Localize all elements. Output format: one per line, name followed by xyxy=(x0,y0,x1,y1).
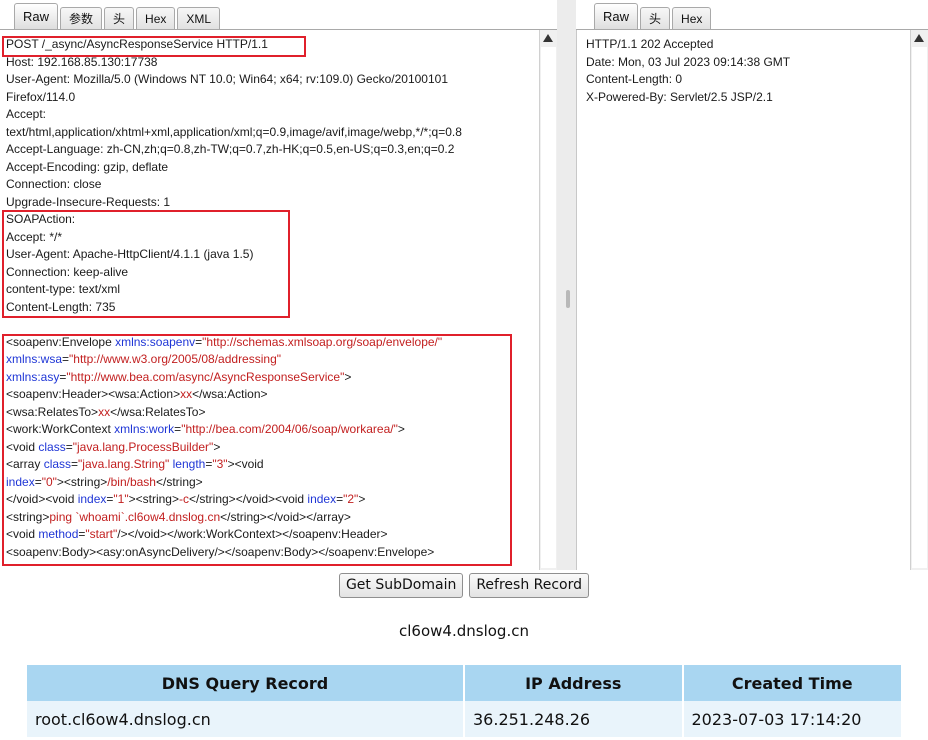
subdomain-label: cl6ow4.dnslog.cn xyxy=(399,622,529,640)
text-line: Content-Length: 0 xyxy=(586,71,909,89)
text-segment: text/html,application/xhtml+xml,applicat… xyxy=(6,124,462,139)
tab-request-2[interactable]: 头 xyxy=(104,7,135,29)
text-line: X-Powered-By: Servlet/2.5 JSP/2.1 xyxy=(586,89,909,107)
text-segment: Date: Mon, 03 Jul 2023 09:14:38 GMT xyxy=(586,54,791,69)
dns-record-table: DNS Query Record IP Address Created Time… xyxy=(27,665,901,737)
request-tabbar: Raw 参数头 Hex XML xyxy=(14,3,222,29)
text-segment: HTTP/1.1 202 Accepted xyxy=(586,37,714,51)
text-line: Connection: close xyxy=(6,176,537,194)
table-header-row: DNS Query Record IP Address Created Time xyxy=(27,665,901,701)
text-segment: Firefox/114.0 xyxy=(6,89,76,104)
text-segment: Accept-Encoding: gzip, deflate xyxy=(6,159,169,174)
cell-created-time: 2023-07-03 17:14:20 xyxy=(681,701,901,737)
text-line: HTTP/1.1 202 Accepted xyxy=(586,36,909,54)
scroll-up-arrow-icon[interactable] xyxy=(543,34,553,42)
tab-response-0[interactable]: Raw xyxy=(594,3,639,29)
text-line: text/html,application/xhtml+xml,applicat… xyxy=(6,124,537,142)
text-segment: Upgrade-Insecure-Requests: 1 xyxy=(6,194,171,209)
text-segment: User-Agent: Mozilla/5.0 (Windows NT 10.0… xyxy=(6,72,448,86)
text-segment: X-Powered-By: Servlet/2.5 JSP/2.1 xyxy=(586,89,773,104)
text-line: Firefox/114.0 xyxy=(6,89,537,107)
text-line: Accept-Encoding: gzip, deflate xyxy=(6,159,537,177)
tab-request-1[interactable]: 参数 xyxy=(60,7,103,29)
response-text: HTTP/1.1 202 Accepted Date: Mon, 03 Jul 2… xyxy=(586,36,909,106)
text-line xyxy=(6,316,537,334)
scrollbar-thumb[interactable] xyxy=(541,47,556,568)
cell-ip-address: 36.251.248.26 xyxy=(463,701,683,737)
highlight-soap-headers xyxy=(2,210,290,318)
table-row: root.cl6ow4.dnslog.cn 36.251.248.26 2023… xyxy=(27,701,901,737)
response-pane: Raw 头 Hex HTTP/1.1 202 Accepted Date: Mon, … xyxy=(576,0,928,570)
response-editor[interactable]: HTTP/1.1 202 Accepted Date: Mon, 03 Jul 2… xyxy=(576,30,911,570)
response-tabbar: Raw 头 Hex xyxy=(594,3,713,29)
text-segment: Content-Length: 0 xyxy=(586,72,683,86)
splitter-grip-icon[interactable] xyxy=(566,290,570,308)
scroll-up-arrow-icon[interactable] xyxy=(914,34,924,42)
tab-request-3[interactable]: Hex xyxy=(136,7,176,29)
request-pane: Raw 参数头 Hex XML POST /_async/AsyncResponseS… xyxy=(0,0,557,570)
text-segment: Accept-Language: zh-CN,zh;q=0.8,zh-TW;q=… xyxy=(6,142,455,156)
header-dns-query-record: DNS Query Record xyxy=(27,665,464,701)
highlight-request-line xyxy=(2,36,306,57)
response-scrollbar[interactable] xyxy=(910,30,928,570)
tab-request-4[interactable]: XML xyxy=(177,7,221,29)
text-line: Accept-Language: zh-CN,zh;q=0.8,zh-TW;q=… xyxy=(6,141,537,159)
tab-response-2[interactable]: Hex xyxy=(672,7,712,29)
header-ip-address: IP Address xyxy=(463,665,683,701)
request-scrollbar[interactable] xyxy=(539,30,557,570)
text-segment: Connection: close xyxy=(6,177,102,191)
scrollbar-thumb[interactable] xyxy=(912,47,927,568)
refresh-record-button[interactable]: Refresh Record xyxy=(469,573,590,598)
tab-response-1[interactable]: 头 xyxy=(640,7,671,29)
text-line: Accept: xyxy=(6,106,537,124)
text-line: Date: Mon, 03 Jul 2023 09:14:38 GMT xyxy=(586,54,909,72)
pane-splitter[interactable] xyxy=(557,0,576,570)
header-created-time: Created Time xyxy=(681,665,901,701)
text-line: User-Agent: Mozilla/5.0 (Windows NT 10.0… xyxy=(6,71,537,89)
highlight-soap-body xyxy=(2,334,512,566)
text-segment: Accept: xyxy=(6,107,47,121)
tab-request-0[interactable]: Raw xyxy=(14,3,59,29)
dnslog-button-row: Get SubDomain Refresh Record xyxy=(0,573,928,598)
cell-dns-query-record: root.cl6ow4.dnslog.cn xyxy=(27,701,464,737)
text-line: Upgrade-Insecure-Requests: 1 xyxy=(6,194,537,212)
get-subdomain-button[interactable]: Get SubDomain xyxy=(338,573,464,598)
